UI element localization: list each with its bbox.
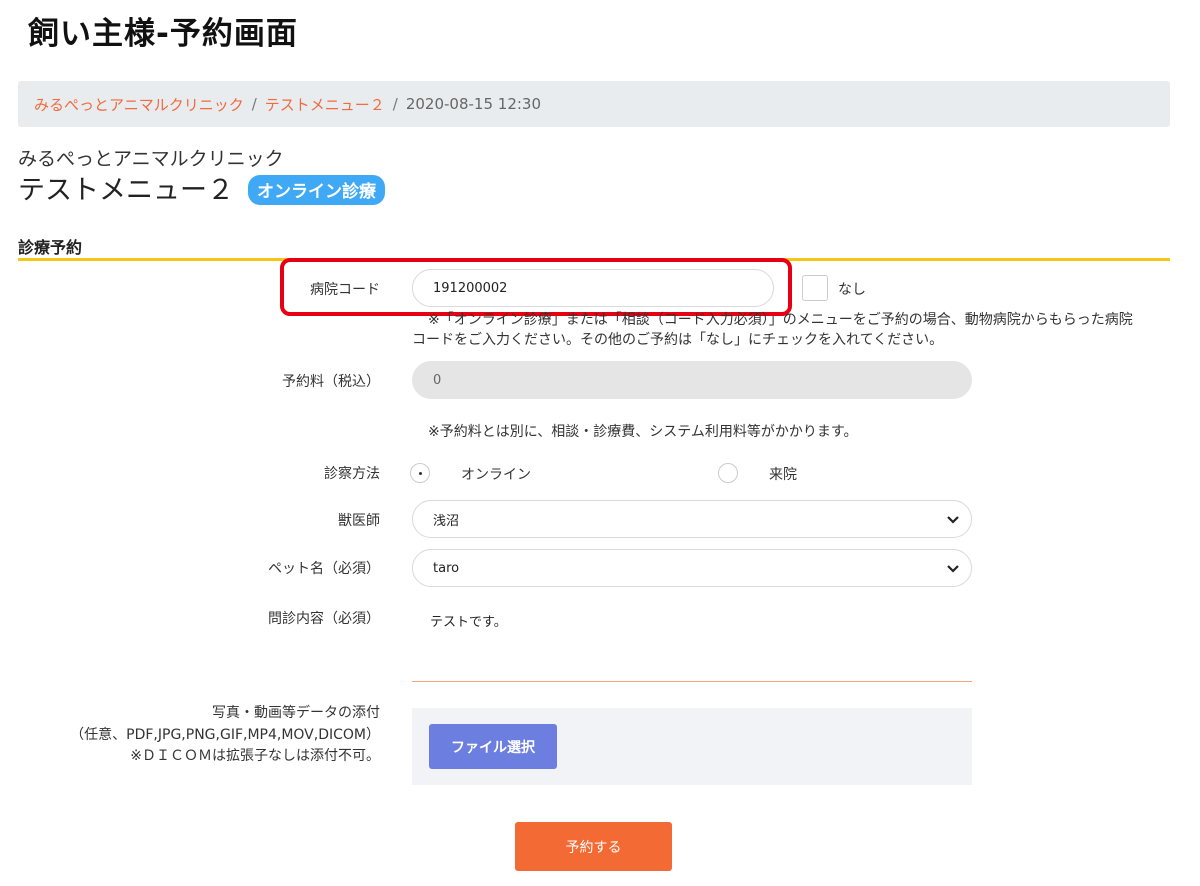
radio-online[interactable] [410, 463, 430, 483]
no-code-checkbox[interactable] [802, 275, 828, 301]
clinic-name: みるぺっとアニマルクリニック [18, 148, 284, 170]
vet-select-value: 浅沼 [433, 513, 460, 529]
fee-note: ※予約料とは別に、相談・診療費、システム利用料等がかかります。 [428, 424, 858, 440]
consultation-textarea[interactable]: テストです。 [412, 603, 972, 682]
online-badge: オンライン診療 [248, 174, 385, 205]
vet-select[interactable]: 浅沼 [412, 500, 972, 538]
fee-label: 予約料（税込） [282, 374, 380, 390]
fee-input: 0 [412, 361, 972, 399]
breadcrumb-clinic-link[interactable]: みるぺっとアニマルクリニック [34, 94, 244, 115]
radio-online-label: オンライン [461, 467, 531, 483]
hospital-code-note-line1: ※「オンライン診療」または「相談（コード入力必須）」のメニューをご予約の場合、動… [428, 312, 1133, 328]
menu-title: テストメニュー２ [18, 175, 234, 206]
breadcrumb-separator: / [251, 95, 257, 113]
pet-select[interactable]: taro [412, 549, 972, 587]
section-heading: 診療予約 [18, 238, 83, 257]
breadcrumb-separator: / [392, 95, 398, 113]
chevron-down-icon [947, 516, 959, 524]
pet-select-value: taro [433, 560, 460, 576]
chevron-down-icon [947, 565, 959, 573]
menu-title-row: テストメニュー２ オンライン診療 [18, 168, 385, 207]
attachment-label-line3: ※ＤＩＣＯＭは拡張子なしは添付不可。 [130, 748, 380, 764]
attachment-label-line1: 写真・動画等データの添付 [212, 705, 380, 721]
page-title: 飼い主様-予約画面 [28, 16, 298, 52]
file-select-button[interactable]: ファイル選択 [429, 724, 557, 769]
highlight-box [280, 258, 792, 316]
upload-panel: ファイル選択 [412, 708, 972, 785]
attachment-label-line2: （任意、PDF,JPG,PNG,GIF,MP4,MOV,DICOM） [70, 727, 380, 743]
breadcrumb-menu-link[interactable]: テストメニュー２ [265, 94, 385, 115]
breadcrumb-datetime: 2020-08-15 12:30 [405, 95, 542, 113]
method-label: 診察方法 [324, 466, 380, 482]
consultation-label: 問診内容（必須） [268, 611, 380, 627]
radio-visit-label: 来院 [769, 467, 797, 483]
breadcrumb: みるぺっとアニマルクリニック / テストメニュー２ / 2020-08-15 1… [18, 81, 1170, 127]
radio-visit[interactable] [718, 463, 738, 483]
no-code-checkbox-label: なし [838, 282, 866, 298]
pet-label: ペット名（必須） [268, 561, 380, 577]
hospital-code-note-line2: コードをご入力ください。その他のご予約は「なし」にチェックを入れてください。 [412, 332, 944, 348]
vet-label: 獣医師 [338, 513, 380, 529]
reserve-button[interactable]: 予約する [515, 822, 672, 871]
